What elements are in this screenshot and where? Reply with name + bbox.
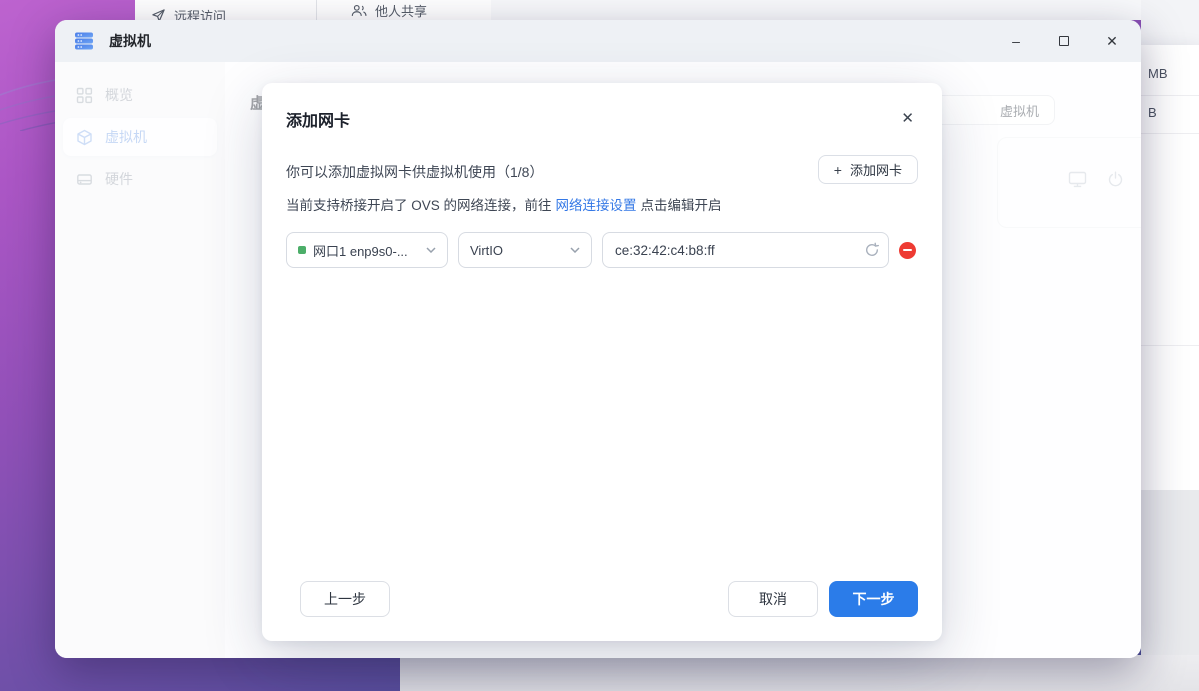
note-text-post: 点击编辑开启 [641, 198, 722, 213]
background-window-top-strip [491, 0, 1199, 20]
tab-others-share[interactable]: 他人共享 [351, 1, 427, 20]
titlebar[interactable]: 虚拟机 – ✕ [55, 20, 1141, 62]
remove-nic-button[interactable] [899, 242, 916, 259]
right-window-row-b: B [1148, 105, 1157, 120]
minus-icon [903, 249, 912, 252]
nic-row: 网口1 enp9s0-... VirtIO [286, 232, 916, 268]
network-settings-link[interactable]: 网络连接设置 [556, 198, 637, 213]
driver-select-value: VirtIO [470, 243, 570, 258]
next-step-button[interactable]: 下一步 [829, 581, 918, 617]
background-right-window-top [1141, 0, 1199, 45]
app-logo-icon [72, 29, 96, 53]
dialog-title: 添加网卡 [286, 107, 350, 131]
row-divider [1141, 345, 1199, 346]
dialog-close-icon[interactable]: ✕ [901, 109, 914, 127]
close-window-button[interactable]: ✕ [1097, 26, 1127, 56]
row-divider [1141, 95, 1199, 96]
maximize-icon [1059, 36, 1069, 46]
previous-step-button[interactable]: 上一步 [300, 581, 390, 617]
regenerate-mac-icon[interactable] [864, 242, 880, 258]
dialog-note: 当前支持桥接开启了 OVS 的网络连接，前往网络连接设置点击编辑开启 [286, 194, 722, 214]
cancel-button[interactable]: 取消 [728, 581, 818, 617]
chevron-down-icon [570, 247, 580, 253]
port-status-dot [298, 246, 306, 254]
add-nic-button[interactable]: + 添加网卡 [818, 155, 918, 184]
chevron-down-icon [426, 247, 436, 253]
port-select[interactable]: 网口1 enp9s0-... [286, 232, 448, 268]
tab-others-share-label: 他人共享 [375, 1, 427, 20]
background-window-tabs: 远程访问 他人共享 [135, 0, 491, 22]
add-nic-dialog: 添加网卡 ✕ 你可以添加虚拟网卡供虚拟机使用（1/8） + 添加网卡 当前支持桥… [262, 83, 942, 641]
plus-icon: + [834, 162, 842, 178]
maximize-button[interactable] [1049, 26, 1079, 56]
background-right-window: MB B [1141, 45, 1199, 490]
screen: 远程访问 他人共享 MB B [0, 0, 1199, 691]
desktop-gray-area-bottom [400, 655, 1199, 691]
minimize-button[interactable]: – [1001, 26, 1031, 56]
note-text-pre: 当前支持桥接开启了 OVS 的网络连接，前往 [286, 198, 552, 213]
tab-divider [316, 0, 317, 22]
right-window-row-mb: MB [1148, 66, 1168, 81]
row-divider [1141, 133, 1199, 134]
window-title: 虚拟机 [109, 31, 151, 51]
people-icon [351, 3, 367, 18]
driver-select[interactable]: VirtIO [458, 232, 592, 268]
dialog-subtitle: 你可以添加虚拟网卡供虚拟机使用（1/8） [286, 162, 543, 182]
mac-address-input[interactable] [602, 232, 889, 268]
port-select-value: 网口1 enp9s0-... [313, 241, 419, 260]
add-nic-button-label: 添加网卡 [850, 160, 902, 179]
